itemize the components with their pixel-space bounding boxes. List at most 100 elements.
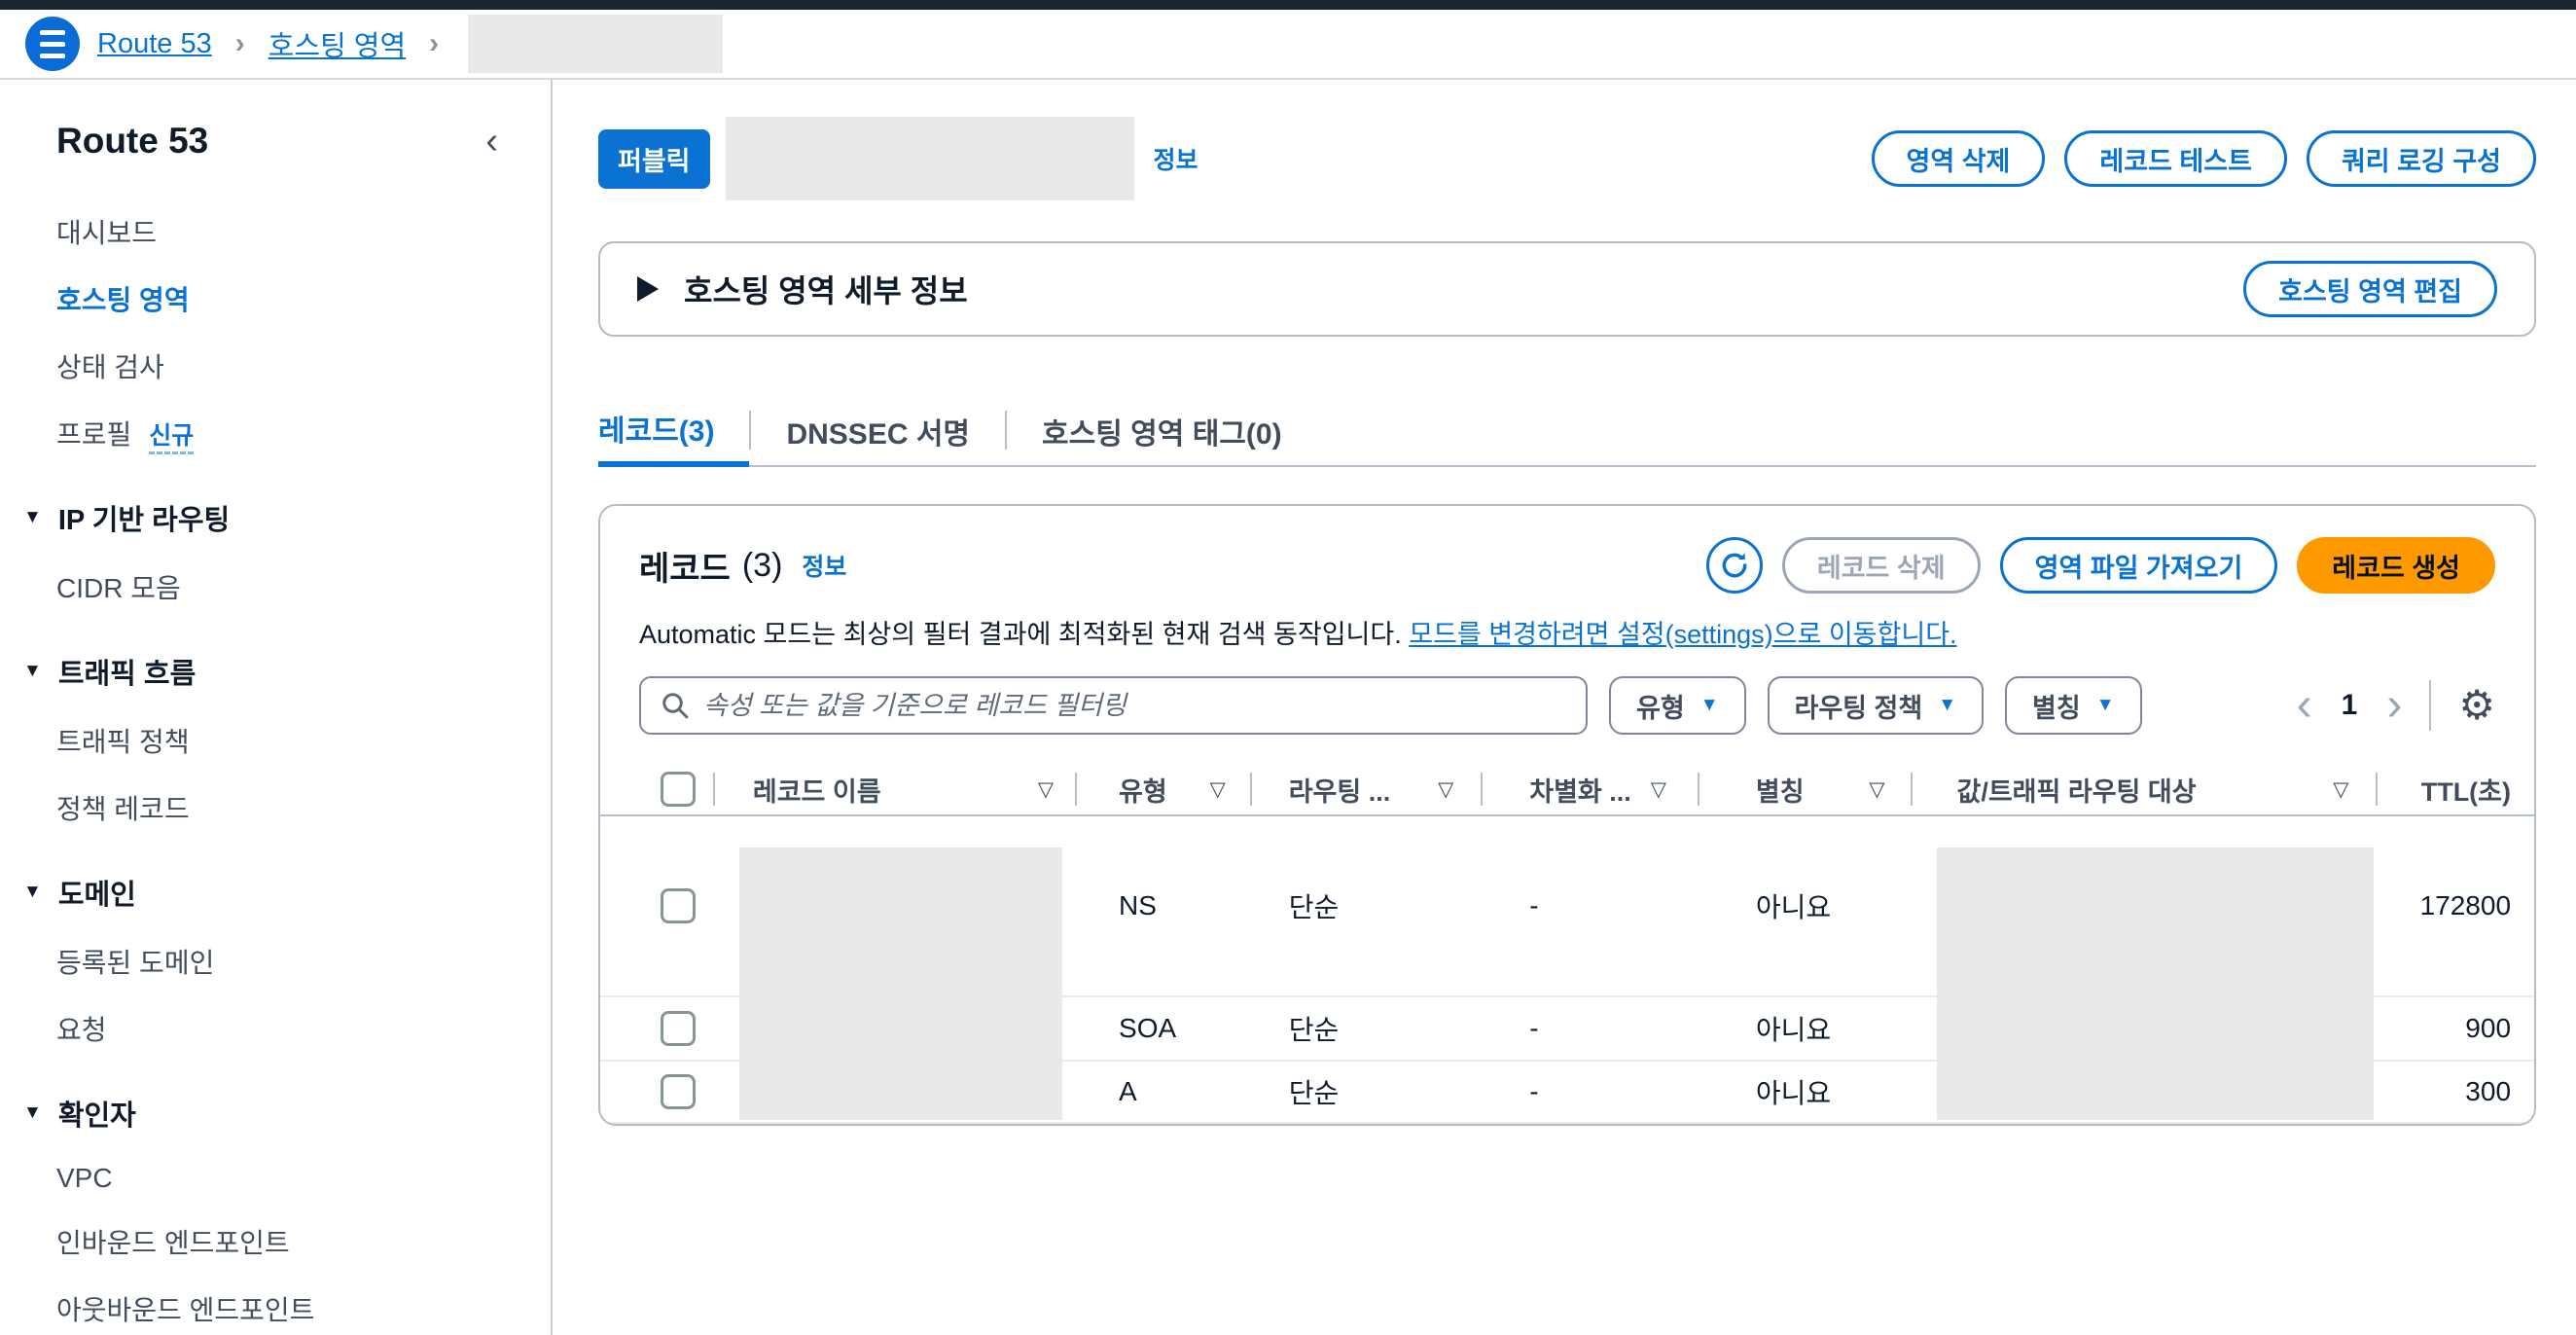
sort-icon[interactable]: ▽ bbox=[1210, 777, 1226, 802]
sort-icon[interactable]: ▽ bbox=[1038, 777, 1054, 802]
record-type-cell: SOA bbox=[1075, 997, 1250, 1060]
configure-query-logging-button[interactable]: 쿼리 로깅 구성 bbox=[2307, 130, 2536, 187]
refresh-button[interactable] bbox=[1706, 537, 1763, 594]
sidebar-item-dashboard[interactable]: 대시보드 bbox=[56, 212, 551, 251]
sidebar-item-inbound-endpoints[interactable]: 인바운드 엔드포인트 bbox=[56, 1222, 551, 1261]
create-record-button[interactable]: 레코드 생성 bbox=[2297, 537, 2495, 594]
sidebar-collapse-icon[interactable]: ‹ bbox=[485, 123, 498, 160]
row-checkbox[interactable] bbox=[661, 1011, 696, 1046]
record-value-redacted bbox=[1937, 848, 2374, 1120]
tab-bar: 레코드(3) DNSSEC 서명 호스팅 영역 태그(0) bbox=[598, 395, 2536, 467]
sidebar-item-vpc[interactable]: VPC bbox=[56, 1163, 551, 1194]
alias-cell: 아니요 bbox=[1698, 816, 1911, 995]
record-filter-input[interactable] bbox=[703, 691, 1566, 721]
routing-policy-filter-dropdown[interactable]: 라우팅 정책▼ bbox=[1768, 676, 1985, 735]
triangle-down-icon: ▼ bbox=[23, 661, 42, 682]
routing-policy-cell: 단순 bbox=[1250, 997, 1482, 1060]
records-description: Automatic 모드는 최상의 필터 결과에 최적화된 현재 검색 동작입니… bbox=[600, 613, 2534, 651]
chevron-down-icon: ▼ bbox=[1938, 695, 1956, 716]
previous-page-icon[interactable]: ‹ bbox=[2297, 682, 2312, 729]
routing-policy-cell: 단순 bbox=[1250, 1062, 1482, 1122]
table-header-row: 레코드 이름▽ 유형▽ 라우팅 ...▽ 차별화 ...▽ 별칭▽ 값/트래픽 … bbox=[600, 764, 2534, 816]
hamburger-menu-icon[interactable] bbox=[25, 17, 80, 71]
test-record-button[interactable]: 레코드 테스트 bbox=[2064, 130, 2287, 187]
triangle-down-icon: ▼ bbox=[23, 507, 42, 528]
sidebar-item-profiles[interactable]: 프로필신규 bbox=[56, 414, 551, 452]
row-checkbox[interactable] bbox=[661, 888, 696, 923]
delete-record-button[interactable]: 레코드 삭제 bbox=[1782, 537, 1981, 594]
record-type-cell: NS bbox=[1075, 816, 1250, 995]
next-page-icon[interactable]: › bbox=[2386, 682, 2402, 729]
records-table: 레코드 이름▽ 유형▽ 라우팅 ...▽ 차별화 ...▽ 별칭▽ 값/트래픽 … bbox=[600, 764, 2534, 1124]
delete-zone-button[interactable]: 영역 삭제 bbox=[1872, 130, 2046, 187]
sidebar-section-traffic-flow[interactable]: ▼ 트래픽 흐름 bbox=[23, 651, 551, 692]
sidebar-item-hosted-zones[interactable]: 호스팅 영역 bbox=[56, 279, 551, 318]
import-zone-file-button[interactable]: 영역 파일 가져오기 bbox=[2000, 537, 2278, 594]
current-page-number[interactable]: 1 bbox=[2342, 689, 2358, 722]
chevron-right-icon: › bbox=[429, 27, 439, 60]
sidebar: Route 53 ‹ 대시보드 호스팅 영역 상태 검사 프로필신규 ▼ IP … bbox=[0, 80, 553, 1335]
refresh-icon bbox=[1719, 550, 1750, 581]
chevron-down-icon: ▼ bbox=[2096, 695, 2115, 716]
edit-hosted-zone-button[interactable]: 호스팅 영역 편집 bbox=[2243, 261, 2497, 317]
triangle-down-icon: ▼ bbox=[23, 1102, 42, 1124]
gear-icon[interactable]: ⚙ bbox=[2458, 685, 2495, 726]
chevron-down-icon: ▼ bbox=[1700, 695, 1719, 716]
records-panel: 레코드 (3) 정보 레코드 삭제 영역 파일 가져오기 레코드 생성 bbox=[598, 504, 2536, 1126]
expand-caret-icon[interactable] bbox=[637, 276, 659, 302]
browser-top-bar bbox=[0, 0, 2576, 10]
sidebar-item-traffic-policies[interactable]: 트래픽 정책 bbox=[56, 721, 551, 760]
record-type-cell: A bbox=[1075, 1062, 1250, 1122]
alias-cell: 아니요 bbox=[1698, 1062, 1911, 1122]
tab-dnssec-signing[interactable]: DNSSEC 서명 bbox=[751, 395, 1005, 467]
triangle-down-icon: ▼ bbox=[23, 882, 42, 903]
zone-info-link[interactable]: 정보 bbox=[1154, 141, 1199, 176]
row-checkbox[interactable] bbox=[661, 1074, 696, 1109]
sidebar-item-health-checks[interactable]: 상태 검사 bbox=[56, 346, 551, 385]
alias-cell: 아니요 bbox=[1698, 997, 1911, 1060]
select-all-checkbox[interactable] bbox=[661, 772, 696, 807]
differentiator-cell: - bbox=[1481, 997, 1698, 1060]
sidebar-item-requests[interactable]: 요청 bbox=[56, 1009, 551, 1048]
records-title: 레코드 bbox=[639, 542, 731, 590]
differentiator-cell: - bbox=[1481, 816, 1698, 995]
filter-row: 유형▼ 라우팅 정책▼ 별칭▼ ‹ 1 › ⚙ bbox=[600, 676, 2534, 735]
sidebar-section-resolver[interactable]: ▼ 확인자 bbox=[23, 1093, 551, 1134]
ttl-cell: 172800 bbox=[2376, 816, 2534, 995]
breadcrumb: Route 53 › 호스팅 영역 › bbox=[0, 10, 2576, 80]
page-header: 퍼블릭 정보 영역 삭제 레코드 테스트 쿼리 로깅 구성 bbox=[598, 117, 2536, 200]
pagination: ‹ 1 › bbox=[2297, 682, 2403, 729]
search-icon bbox=[661, 691, 690, 720]
breadcrumb-hosted-zones-link[interactable]: 호스팅 영역 bbox=[268, 23, 406, 64]
sidebar-item-cidr-collections[interactable]: CIDR 모음 bbox=[56, 567, 551, 606]
main-content: 퍼블릭 정보 영역 삭제 레코드 테스트 쿼리 로깅 구성 호스팅 영역 세부 … bbox=[553, 80, 2576, 1335]
sidebar-section-ip-routing[interactable]: ▼ IP 기반 라우팅 bbox=[23, 497, 551, 538]
hosted-zone-details-panel: 호스팅 영역 세부 정보 호스팅 영역 편집 bbox=[598, 241, 2536, 337]
sidebar-item-policy-records[interactable]: 정책 레코드 bbox=[56, 788, 551, 827]
tab-records[interactable]: 레코드(3) bbox=[598, 395, 749, 467]
sidebar-section-domains[interactable]: ▼ 도메인 bbox=[23, 872, 551, 913]
type-filter-dropdown[interactable]: 유형▼ bbox=[1609, 676, 1746, 735]
new-badge[interactable]: 신규 bbox=[149, 422, 194, 454]
ttl-cell: 300 bbox=[2376, 1062, 2534, 1122]
sort-icon[interactable]: ▽ bbox=[1651, 777, 1666, 802]
settings-link[interactable]: 모드를 변경하려면 설정(settings)으로 이동합니다. bbox=[1409, 620, 1956, 649]
table-body: NS 단순 - 아니요 172800 SOA 단순 - bbox=[600, 816, 2534, 1124]
sort-icon[interactable]: ▽ bbox=[1438, 777, 1453, 802]
zone-name-redacted bbox=[726, 117, 1134, 200]
alias-filter-dropdown[interactable]: 별칭▼ bbox=[2005, 676, 2142, 735]
divider bbox=[2429, 680, 2431, 731]
sort-icon[interactable]: ▽ bbox=[1869, 777, 1884, 802]
public-badge: 퍼블릭 bbox=[598, 129, 710, 189]
sidebar-item-registered-domains[interactable]: 등록된 도메인 bbox=[56, 942, 551, 981]
records-info-link[interactable]: 정보 bbox=[802, 548, 846, 583]
breadcrumb-route53-link[interactable]: Route 53 bbox=[97, 28, 212, 60]
records-count: (3) bbox=[742, 547, 783, 585]
sidebar-item-outbound-endpoints[interactable]: 아웃바운드 엔드포인트 bbox=[56, 1289, 551, 1328]
ttl-cell: 900 bbox=[2376, 997, 2534, 1060]
hosted-zone-details-title[interactable]: 호스팅 영역 세부 정보 bbox=[684, 267, 968, 311]
sort-icon[interactable]: ▽ bbox=[2333, 777, 2348, 802]
tab-hosted-zone-tags[interactable]: 호스팅 영역 태그(0) bbox=[1007, 395, 1317, 467]
differentiator-cell: - bbox=[1481, 1062, 1698, 1122]
record-search-box[interactable] bbox=[639, 676, 1588, 735]
